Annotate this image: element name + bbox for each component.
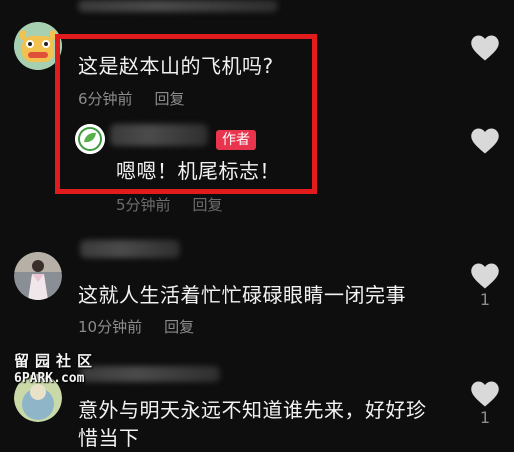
reply-button[interactable]: 回复 xyxy=(164,318,194,336)
comment-text: 这就人生活着忙忙碌碌眼睛一闭完事 xyxy=(78,283,406,307)
watermark-cn: 留园社区 xyxy=(14,352,99,370)
username-blur xyxy=(78,0,278,12)
username-blur xyxy=(80,240,180,258)
comment-screen: 这是赵本山的飞机吗? 6分钟前 回复 作者 嗯嗯！机尾标志！ 5分钟前 回复 这就人… xyxy=(0,0,514,452)
author-name-blur xyxy=(110,124,208,146)
heart-icon[interactable] xyxy=(470,262,500,290)
comment-meta: 10分钟前 回复 xyxy=(78,316,194,337)
reply-meta: 5分钟前 回复 xyxy=(116,194,223,215)
reply-reply-button[interactable]: 回复 xyxy=(193,196,223,214)
author-badge: 作者 xyxy=(216,130,256,150)
reply-text: 嗯嗯！机尾标志！ xyxy=(116,159,280,183)
heart-icon[interactable] xyxy=(470,34,500,62)
reply-button[interactable]: 回复 xyxy=(155,90,185,108)
leaf-avatar[interactable] xyxy=(75,124,105,154)
like-count: 1 xyxy=(479,408,491,427)
comment-meta: 6分钟前 回复 xyxy=(78,88,185,109)
reply-time: 5分钟前 xyxy=(116,196,171,214)
watermark-en: 6PARK.com xyxy=(14,371,85,386)
monster-avatar[interactable] xyxy=(14,22,62,70)
comment-time: 10分钟前 xyxy=(78,318,143,336)
heart-icon[interactable] xyxy=(470,380,500,408)
comment-text-line1: 意外与明天永远不知道谁先来，好好珍 xyxy=(78,398,427,422)
like-count: 1 xyxy=(479,290,491,309)
comment-text-line2: 惜当下 xyxy=(78,426,140,450)
site-watermark: 留园社区 6PARK.com xyxy=(14,350,98,386)
comment-time: 6分钟前 xyxy=(78,90,133,108)
comment-text: 这是赵本山的飞机吗? xyxy=(78,54,274,78)
heart-icon[interactable] xyxy=(470,127,500,155)
username-blur xyxy=(80,366,220,382)
person-avatar[interactable] xyxy=(14,252,62,300)
